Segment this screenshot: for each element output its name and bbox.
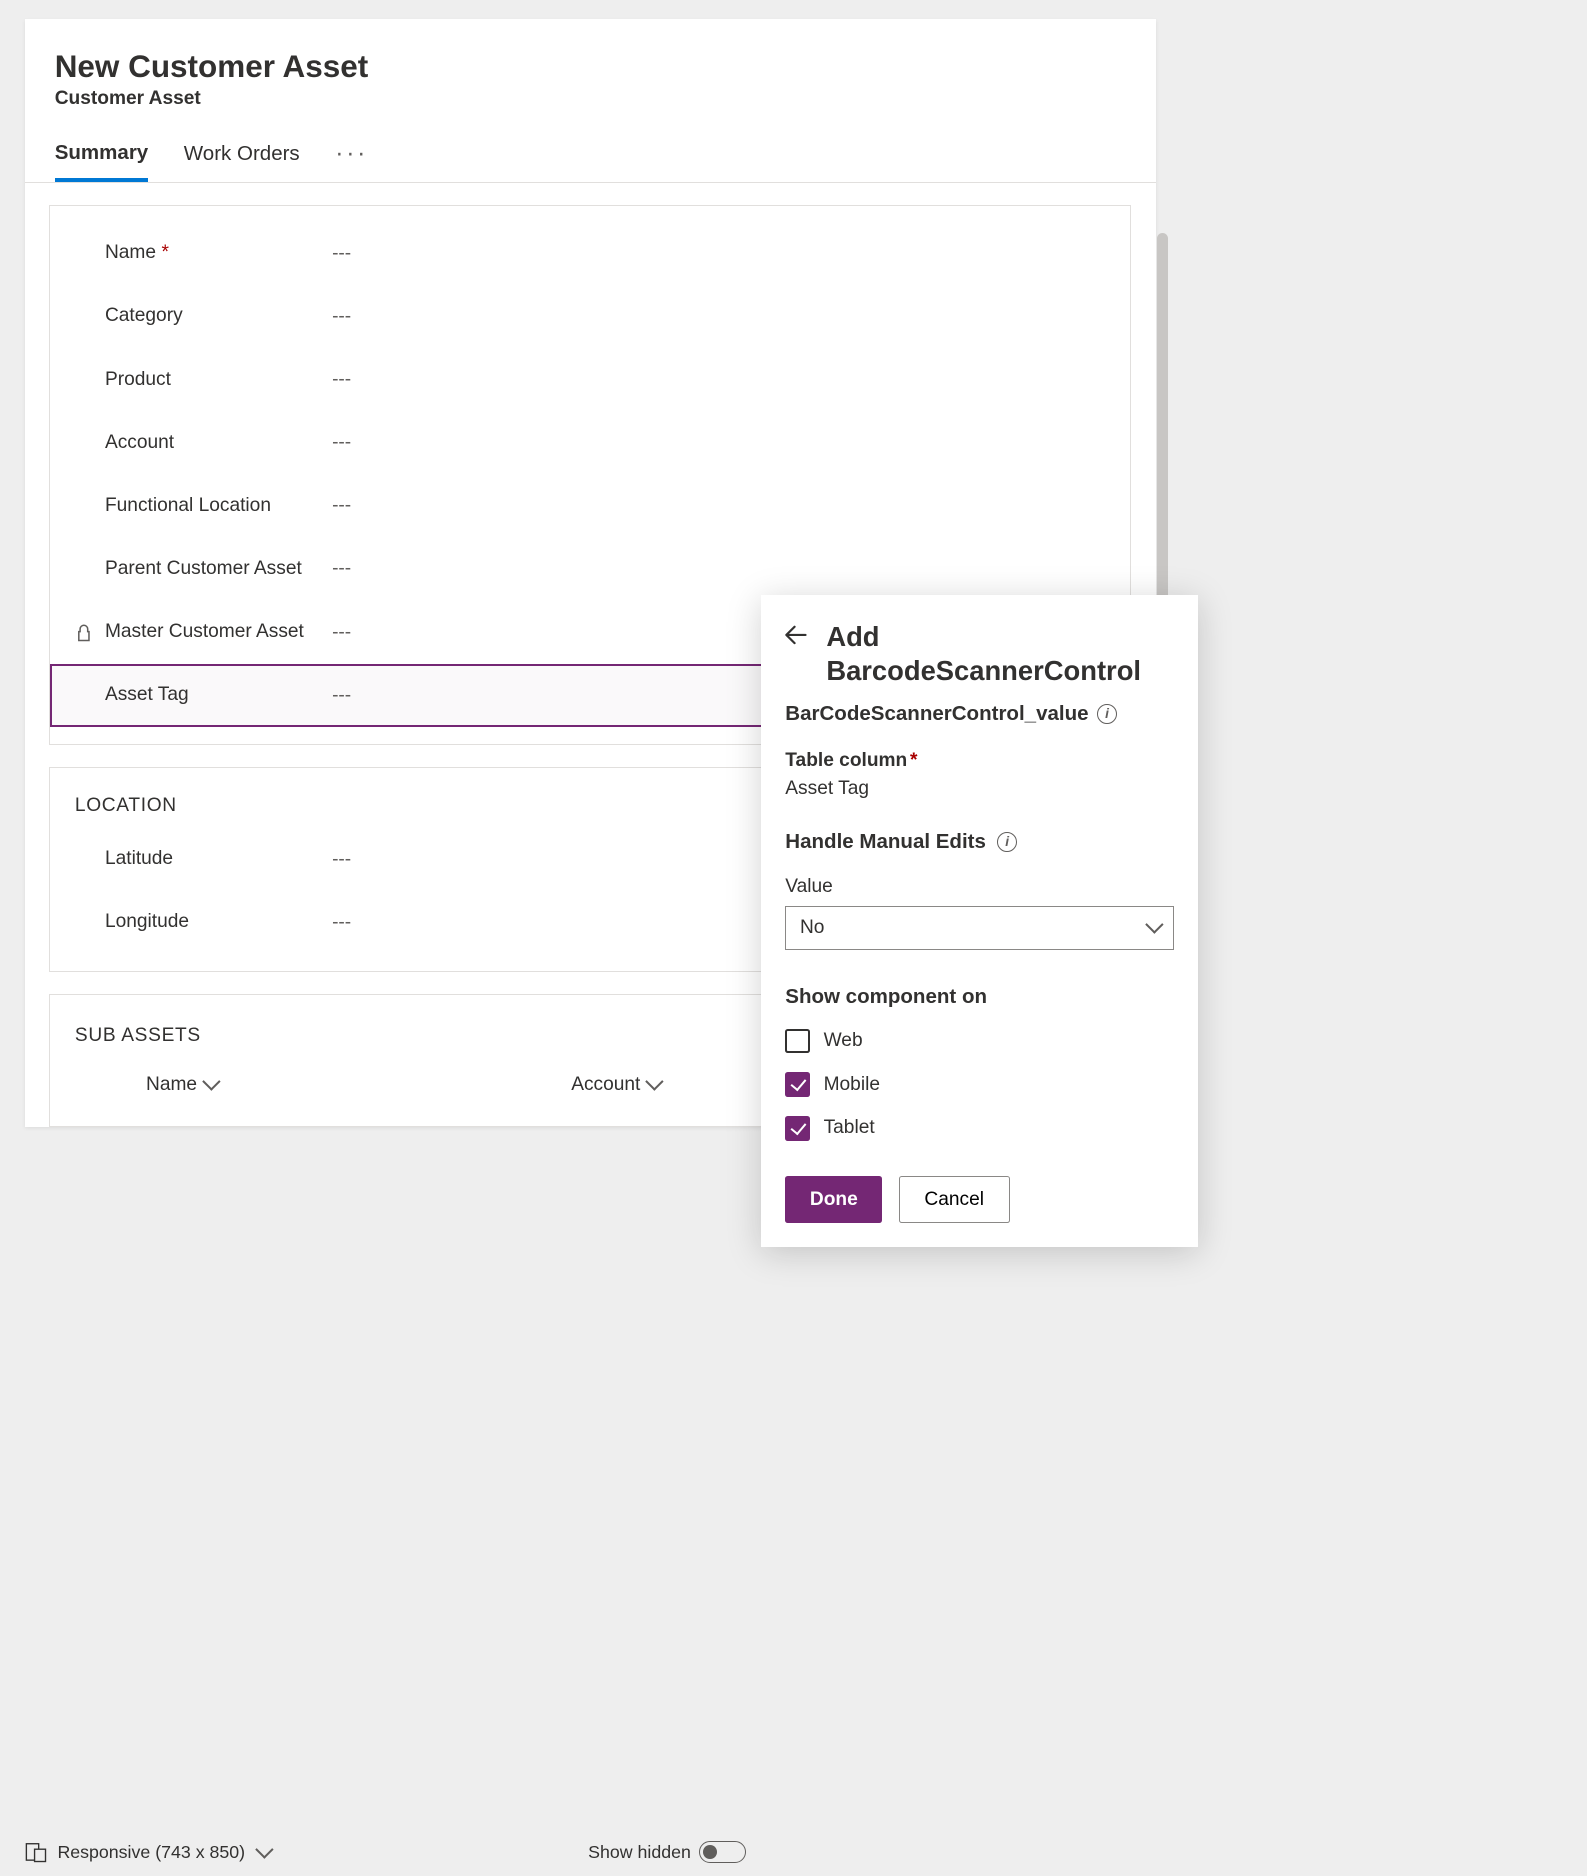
field-label: Longitude	[105, 910, 332, 935]
field-label: Name*	[105, 241, 332, 266]
toggle-icon	[699, 1841, 746, 1863]
field-value: ---	[332, 622, 351, 644]
field-value: ---	[332, 558, 351, 580]
platform-label: Web	[824, 1030, 863, 1052]
checkbox[interactable]	[785, 1072, 810, 1097]
popup-value-selected: No	[800, 917, 824, 939]
popup-manual-edits-label: Handle Manual Edits	[785, 830, 986, 854]
field-value: ---	[332, 243, 351, 265]
platform-row: Web	[785, 1029, 1174, 1054]
popup-value-select[interactable]: No	[785, 906, 1174, 950]
popup-title-line1: Add	[826, 621, 879, 652]
field-row[interactable]: Name*---	[50, 222, 1130, 285]
checkbox[interactable]	[785, 1029, 810, 1054]
show-hidden-toggle[interactable]: Show hidden	[588, 1841, 1156, 1863]
cancel-button[interactable]: Cancel	[899, 1176, 1010, 1223]
popup-table-column-label: Table column	[785, 750, 907, 771]
back-button[interactable]	[785, 624, 812, 688]
subgrid-col-account[interactable]: Account	[571, 1074, 659, 1096]
subgrid-col-name-label: Name	[146, 1074, 197, 1096]
required-marker: *	[162, 242, 169, 263]
chevron-down-icon	[203, 1074, 216, 1096]
field-row[interactable]: Category---	[50, 285, 1130, 348]
field-value: ---	[332, 432, 351, 454]
show-hidden-label: Show hidden	[588, 1842, 691, 1863]
field-row[interactable]: Functional Location---	[50, 475, 1130, 538]
popup-show-on-label: Show component on	[785, 985, 1174, 1009]
form-title: New Customer Asset	[55, 49, 1126, 85]
tab-overflow[interactable]: ···	[335, 140, 368, 182]
designer-status-bar: Responsive (743 x 850) Show hidden	[25, 1841, 1156, 1863]
popup-subtitle: BarCodeScannerControl_value	[785, 702, 1088, 726]
info-icon[interactable]: i	[1097, 704, 1118, 725]
lock-icon	[75, 624, 105, 642]
field-label: Functional Location	[105, 494, 332, 519]
tab-summary[interactable]: Summary	[55, 141, 149, 183]
tab-work-orders[interactable]: Work Orders	[184, 142, 300, 180]
scrollbar[interactable]	[1157, 233, 1168, 643]
popup-table-column-value: Asset Tag	[785, 778, 1174, 800]
popup-value-label: Value	[785, 876, 1174, 898]
platform-row: Tablet	[785, 1116, 1174, 1141]
field-label: Product	[105, 368, 332, 393]
field-label: Master Customer Asset	[105, 620, 332, 645]
responsive-mode-picker[interactable]: Responsive (743 x 850)	[25, 1841, 269, 1863]
info-icon[interactable]: i	[997, 832, 1018, 853]
responsive-icon	[25, 1841, 47, 1863]
field-value: ---	[332, 495, 351, 517]
chevron-down-icon	[1146, 917, 1159, 939]
field-row[interactable]: Product---	[50, 348, 1130, 411]
subgrid-col-name[interactable]: Name	[146, 1074, 215, 1096]
field-value: ---	[332, 912, 351, 934]
field-label: Parent Customer Asset	[105, 557, 332, 582]
popup-title-line2: BarcodeScannerControl	[826, 655, 1141, 686]
chevron-down-icon	[256, 1842, 269, 1863]
platform-label: Mobile	[824, 1074, 880, 1096]
field-label: Asset Tag	[105, 683, 332, 708]
done-button[interactable]: Done	[785, 1176, 882, 1223]
field-value: ---	[332, 849, 351, 871]
field-label: Category	[105, 304, 332, 329]
field-value: ---	[332, 369, 351, 391]
field-value: ---	[332, 306, 351, 328]
chevron-down-icon	[646, 1074, 659, 1096]
field-row[interactable]: Parent Customer Asset---	[50, 538, 1130, 601]
checkbox[interactable]	[785, 1116, 810, 1141]
form-tab-row: Summary Work Orders ···	[25, 110, 1156, 183]
field-label: Account	[105, 431, 332, 456]
field-row[interactable]: Account---	[50, 412, 1130, 475]
responsive-mode-label: Responsive (743 x 850)	[57, 1842, 245, 1863]
add-component-popup: Add BarcodeScannerControl BarCodeScanner…	[761, 595, 1199, 1247]
field-value: ---	[332, 685, 351, 707]
form-entity-name: Customer Asset	[55, 88, 1126, 110]
platform-label: Tablet	[824, 1117, 875, 1139]
field-label: Latitude	[105, 847, 332, 872]
arrow-left-icon	[785, 624, 807, 646]
subgrid-col-account-label: Account	[571, 1074, 640, 1096]
platform-row: Mobile	[785, 1072, 1174, 1097]
